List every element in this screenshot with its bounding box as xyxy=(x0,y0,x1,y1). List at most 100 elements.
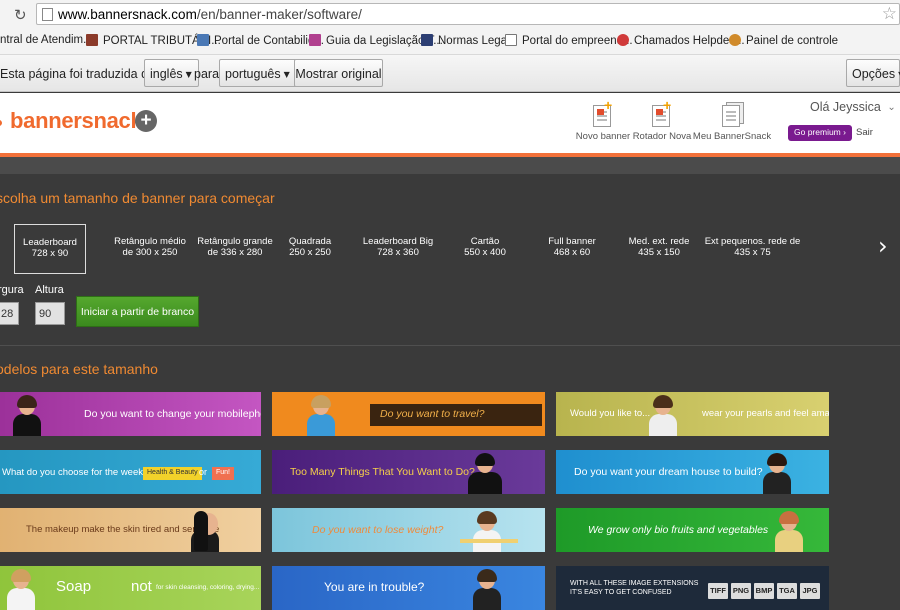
bookmark-label: ntral de Atendim... xyxy=(0,34,93,46)
person-image xyxy=(460,452,510,494)
translate-bar: Esta página foi traduzida de inglês ▼ par… xyxy=(0,55,900,92)
logout-link[interactable]: Sair xyxy=(856,127,873,138)
size-name: Leaderboard xyxy=(23,237,77,248)
size-dims: 728 x 360 xyxy=(377,247,419,258)
site-header: bannersnack + + Novo banner + Rotador No… xyxy=(0,93,900,153)
template-banner[interactable]: Do you want to lose weight? xyxy=(272,508,545,552)
page-icon xyxy=(42,8,53,21)
width-input[interactable]: 28 xyxy=(0,302,19,325)
banner-text: Do you want your dream house to build? xyxy=(574,466,763,478)
banner-text: You are in trouble? xyxy=(324,580,425,594)
template-banner[interactable]: Do you want your dream house to build? xyxy=(556,450,829,494)
banner-text: Would you like to... xyxy=(570,408,651,419)
size-name: Quadrada xyxy=(288,236,332,247)
measuring-tape xyxy=(460,539,518,543)
reload-icon[interactable]: ↻ xyxy=(14,6,27,24)
bookmark-item[interactable]: Portal de Contabilid... xyxy=(197,34,324,47)
bookmark-item[interactable]: Painel de controle xyxy=(729,34,838,47)
bookmark-item[interactable]: Portal do empreend... xyxy=(505,34,633,47)
rotator-button[interactable]: + Rotador Nova xyxy=(622,97,702,142)
go-premium-button[interactable]: Go premium › xyxy=(788,125,852,141)
add-icon[interactable]: + xyxy=(135,110,157,132)
start-blank-button[interactable]: Iniciar a partir de branco xyxy=(76,296,199,327)
target-language-select[interactable]: português ▼ xyxy=(219,59,297,87)
size-name: Ext pequenos. rede de xyxy=(704,236,801,247)
template-banner[interactable]: Do you want to travel? xyxy=(272,392,545,436)
source-language-value: inglês xyxy=(150,67,183,81)
banner-text: What do you choose for the weekend? xyxy=(2,467,165,478)
banner-text: WITH ALL THESE IMAGE EXTENSIONS xyxy=(570,580,699,587)
url-path: /en/banner-maker/software/ xyxy=(196,7,362,22)
size-name: Leaderboard Big xyxy=(362,236,434,247)
banner-text: Do you want to lose weight? xyxy=(312,524,444,536)
options-button[interactable]: Opções▼ xyxy=(846,59,900,87)
template-banner[interactable]: WITH ALL THESE IMAGE EXTENSIONS IT'S EAS… xyxy=(556,566,829,610)
size-name: Cartão xyxy=(470,236,500,247)
person-image xyxy=(186,510,230,552)
size-option[interactable]: Leaderboard 728 x 90 xyxy=(14,224,86,274)
bookmark-label: Portal do empreend... xyxy=(522,35,633,47)
bookmark-label: Normas Legais xyxy=(438,35,516,47)
size-name: Med. ext. rede xyxy=(628,236,690,247)
bookmarks-bar: ntral de Atendim... PORTAL TRIBUTÁRI... … xyxy=(0,28,900,55)
bookmark-label: Portal de Contabilid... xyxy=(214,35,324,47)
normas-legais-icon xyxy=(421,34,433,46)
chevron-right-icon[interactable]: › xyxy=(878,232,888,260)
bookmark-item[interactable]: ntral de Atendim... xyxy=(0,34,93,46)
banner-text: Do you want to change your mobilephone? xyxy=(84,408,261,420)
address-bar[interactable]: www.bannersnack.com/en/banner-maker/soft… xyxy=(36,3,900,25)
bookmark-star-icon[interactable]: ☆ xyxy=(882,4,897,24)
tool-label: Meu BannerSnack xyxy=(692,131,772,142)
width-label: rgura xyxy=(0,284,24,296)
height-label: Altura xyxy=(35,284,64,296)
templates-section-title: odelos para este tamanho xyxy=(0,361,158,377)
banner-text: IT'S EASY TO GET CONFUSED xyxy=(570,589,672,596)
size-option[interactable]: Quadrada 250 x 250 xyxy=(270,224,350,274)
tool-label: Rotador Nova xyxy=(632,131,692,142)
size-option[interactable]: Ext pequenos. rede de 435 x 75 xyxy=(700,224,805,274)
template-banner[interactable]: Do you want to change your mobilephone? xyxy=(0,392,261,436)
template-banner[interactable]: Would you like to... wear your pearls an… xyxy=(556,392,829,436)
template-banner[interactable]: We grow only bio fruits and vegetables xyxy=(556,508,829,552)
show-original-button[interactable]: Mostrar original xyxy=(294,59,383,87)
banner-text: wear your pearls and feel amazing? xyxy=(702,408,829,419)
logo[interactable]: bannersnack xyxy=(10,108,143,134)
template-banner[interactable]: Soap not for skin cleansing, coloring, d… xyxy=(0,566,261,610)
chevron-down-icon: ⌄ xyxy=(887,102,896,113)
person-image xyxy=(644,394,682,436)
template-banner[interactable]: The makeup make the skin tired and sensi… xyxy=(0,508,261,552)
main-content: scolha um tamanho de banner para começar… xyxy=(0,174,900,610)
bookmark-item[interactable]: Chamados Helpdes... xyxy=(617,34,745,47)
contabilidade-icon xyxy=(197,34,209,46)
person-image xyxy=(758,452,796,494)
size-name: Full banner xyxy=(548,236,596,247)
my-bannersnack-button[interactable]: Meu BannerSnack xyxy=(692,99,772,142)
size-option[interactable]: Full banner 468 x 60 xyxy=(532,224,612,274)
person-image xyxy=(468,568,506,610)
translate-to-label: para xyxy=(194,67,220,81)
bookmark-item[interactable]: Normas Legais xyxy=(421,34,515,47)
painel-icon xyxy=(729,34,741,46)
portal-tributario-icon xyxy=(86,34,98,46)
greeting-text: Olá Jeyssica xyxy=(810,100,881,114)
template-banner[interactable]: What do you choose for the weekend? Heal… xyxy=(0,450,261,494)
template-banner[interactable]: Too Many Things That You Want to Do? xyxy=(272,450,545,494)
template-banner[interactable]: You are in trouble? xyxy=(272,566,545,610)
size-dims: 468 x 60 xyxy=(553,247,591,258)
bookmark-label: Chamados Helpdes... xyxy=(634,35,745,47)
url-text[interactable]: www.bannersnack.com/en/banner-maker/soft… xyxy=(58,7,362,22)
height-input[interactable]: 90 xyxy=(35,302,65,325)
person-image xyxy=(8,394,46,436)
format-badge: PNG xyxy=(731,583,751,599)
user-menu[interactable]: Olá Jeyssica ⌄ xyxy=(810,100,896,114)
empreendedor-icon xyxy=(505,34,517,46)
source-language-select[interactable]: inglês ▼ xyxy=(144,59,199,87)
banner-text: We grow only bio fruits and vegetables xyxy=(588,524,769,536)
size-option[interactable]: Med. ext. rede 435 x 150 xyxy=(619,224,699,274)
size-option[interactable]: Leaderboard Big 728 x 360 xyxy=(358,224,438,274)
size-dims: 250 x 250 xyxy=(289,247,331,258)
size-option[interactable]: Cartão 550 x 400 xyxy=(445,224,525,274)
banner-text: not xyxy=(131,578,152,595)
format-badge: BMP xyxy=(754,583,774,599)
size-dims: 435 x 150 xyxy=(638,247,680,258)
